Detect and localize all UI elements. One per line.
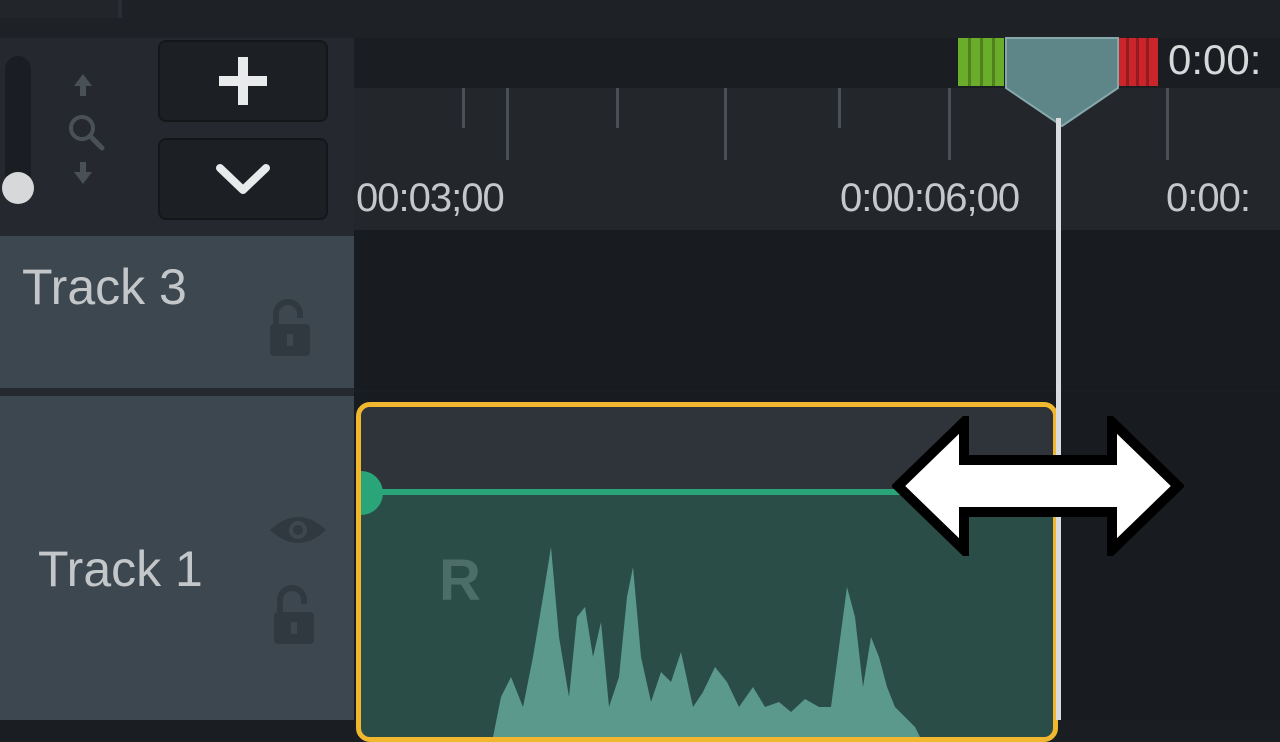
ruler-tick — [838, 88, 841, 128]
top-bar-divider — [118, 0, 122, 18]
top-bar — [0, 0, 1280, 38]
collapse-tracks-button[interactable] — [158, 138, 328, 220]
playhead-time: 0:00: — [1168, 36, 1262, 83]
zoom-slider-thumb[interactable] — [2, 172, 34, 204]
track-3-label: Track 3 — [22, 259, 187, 315]
track-3-header[interactable]: Track 3 — [0, 236, 354, 488]
track-1-header[interactable]: Track 1 — [0, 396, 354, 720]
ruler-tick — [462, 88, 465, 128]
resize-horizontal-icon — [892, 416, 1184, 556]
zoom-icon — [69, 74, 105, 184]
ruler-time-label: 0:00:06;00 — [840, 176, 1020, 220]
ruler-time-label: 00:03;00 — [356, 176, 505, 220]
out-point-marker[interactable] — [1118, 38, 1158, 86]
ruler-tick — [948, 88, 951, 160]
unlock-icon[interactable] — [272, 582, 318, 646]
chevron-down-icon — [216, 164, 270, 194]
unlock-icon[interactable] — [268, 298, 314, 358]
track-1-label: Track 1 — [38, 541, 203, 597]
eye-icon[interactable] — [268, 512, 328, 548]
ruler-tick — [724, 88, 727, 160]
ruler-tick — [616, 88, 619, 128]
ruler-time-label: 0:00: — [1166, 176, 1251, 220]
in-point-marker[interactable] — [958, 38, 1004, 86]
plus-icon — [219, 57, 267, 105]
add-track-button[interactable] — [158, 40, 328, 122]
top-bar-panel — [0, 0, 118, 18]
ruler-tick — [506, 88, 509, 160]
track-3-lane[interactable] — [354, 230, 1280, 390]
ruler-tick — [1166, 88, 1169, 160]
playhead-handle[interactable] — [1004, 36, 1120, 130]
